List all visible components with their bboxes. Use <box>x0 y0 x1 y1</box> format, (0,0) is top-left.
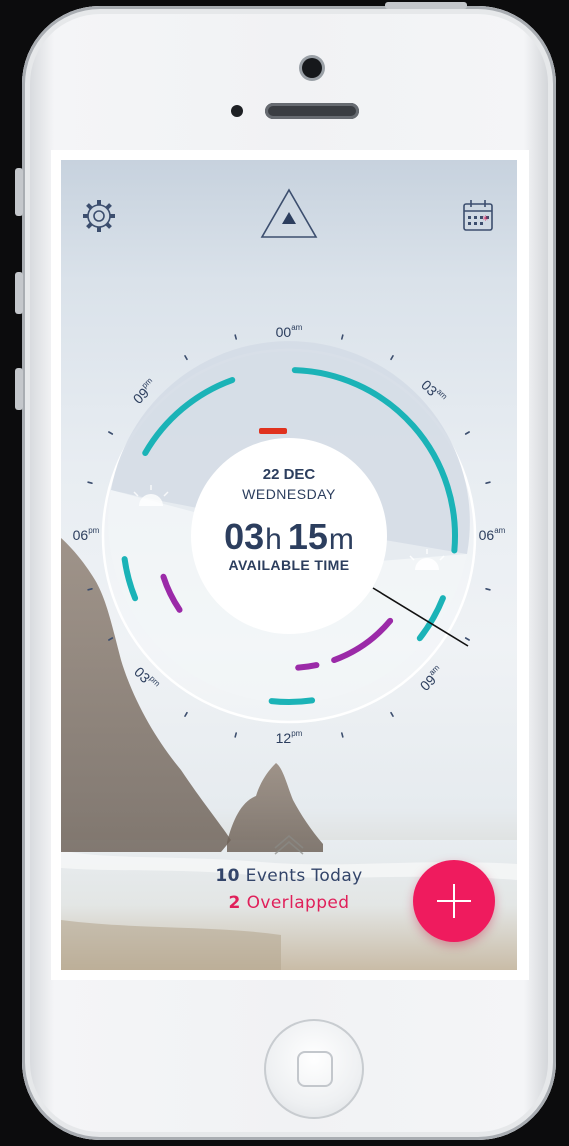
tick-mark <box>390 355 394 361</box>
tick-mark <box>464 431 470 435</box>
tick-mark <box>234 334 238 340</box>
tick-mark <box>485 481 491 485</box>
front-camera <box>302 58 322 78</box>
tick-mark <box>464 637 470 641</box>
volume-down-button[interactable] <box>15 368 23 410</box>
hour-label: 06am <box>479 526 506 543</box>
mute-switch[interactable] <box>15 168 23 216</box>
hour-label: 06pm <box>73 526 100 543</box>
overlap-label: Overlapped <box>246 893 350 913</box>
weekday-label: WEDNESDAY <box>242 486 336 502</box>
earpiece-speaker <box>265 103 359 119</box>
power-button[interactable] <box>385 2 467 9</box>
tick-mark <box>184 711 188 717</box>
events-count: 10 <box>215 866 240 886</box>
tick-mark <box>87 481 93 485</box>
tick-mark <box>87 587 93 591</box>
event-arc[interactable] <box>268 697 316 705</box>
tick-mark <box>485 587 491 591</box>
date-label: 22 DEC <box>263 466 316 483</box>
tick-mark <box>340 334 344 340</box>
event-arc[interactable] <box>295 662 320 671</box>
tick-mark <box>108 637 114 641</box>
plus-icon <box>437 884 471 918</box>
overlap-count: 2 <box>228 893 241 913</box>
tick-mark <box>390 711 394 717</box>
volume-up-button[interactable] <box>15 272 23 314</box>
proximity-sensor <box>231 105 243 117</box>
hour-label: 12pm <box>276 729 303 746</box>
events-label: Events Today <box>245 866 363 886</box>
app-screen: ✳ 00am 03am 06am 09am 12pm 03pm 06pm 09pm 22 DE… <box>61 160 517 970</box>
current-marker <box>259 428 287 434</box>
day-dial[interactable]: 00am03am06am09am12pm03pm06pm09pm 22 DEC … <box>61 160 517 970</box>
hour-label: 00am <box>276 323 303 340</box>
add-event-button[interactable] <box>413 860 495 942</box>
tick-mark <box>234 732 238 738</box>
tick-mark <box>184 355 188 361</box>
home-button[interactable] <box>264 1019 364 1119</box>
available-time-caption: AVAILABLE TIME <box>229 557 350 573</box>
tick-mark <box>108 431 114 435</box>
available-time-value: 03h 15m <box>224 516 354 557</box>
tick-mark <box>340 732 344 738</box>
